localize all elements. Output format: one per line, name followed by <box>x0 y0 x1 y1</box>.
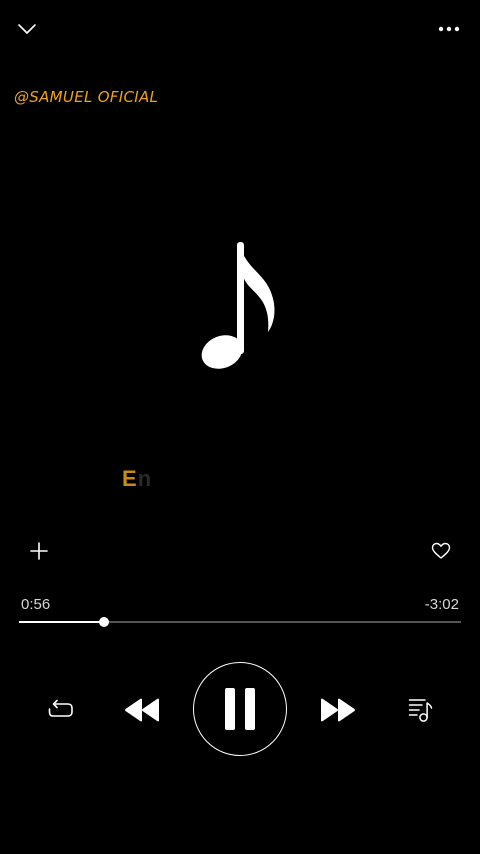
fast-forward-button[interactable] <box>316 692 360 728</box>
collapse-button[interactable] <box>10 14 44 44</box>
rewind-icon <box>125 698 159 722</box>
pause-icon <box>225 688 255 730</box>
progress-fill <box>19 621 104 623</box>
fast-forward-icon <box>321 698 355 722</box>
music-note-icon <box>201 242 275 369</box>
more-horizontal-icon <box>438 26 460 32</box>
repeat-button[interactable] <box>44 694 78 726</box>
remaining-time: -3:02 <box>424 596 459 613</box>
queue-button[interactable] <box>404 692 438 728</box>
play-pause-button[interactable] <box>193 662 287 756</box>
plus-icon <box>30 542 48 560</box>
heart-icon <box>431 542 451 559</box>
queue-list-icon <box>408 699 433 722</box>
progress-thumb[interactable] <box>98 617 109 627</box>
progress-bar[interactable] <box>19 617 461 627</box>
more-options-button[interactable] <box>432 14 466 44</box>
lyric-upcoming: n <box>137 466 153 491</box>
rewind-button[interactable] <box>120 692 164 728</box>
chevron-down-icon <box>18 24 36 34</box>
album-artwork <box>190 236 290 376</box>
lyric-highlighted: E <box>122 466 138 491</box>
like-button[interactable] <box>426 536 456 566</box>
elapsed-time: 0:56 <box>21 596 51 613</box>
add-to-playlist-button[interactable] <box>24 536 54 566</box>
lyric-line: En <box>122 466 152 492</box>
watermark-text: @SAMUEL OFICIAL <box>14 88 159 106</box>
repeat-icon <box>48 699 73 717</box>
